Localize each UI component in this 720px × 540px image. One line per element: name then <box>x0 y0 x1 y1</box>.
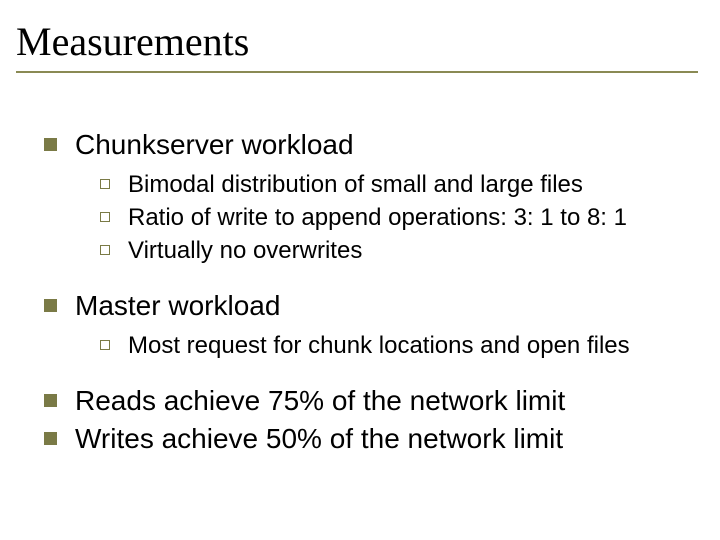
list-item: Virtually no overwrites <box>100 237 688 266</box>
list-item: Reads achieve 75% of the network limit <box>44 385 688 417</box>
list-item-label: Ratio of write to append operations: 3: … <box>128 204 627 233</box>
list-item-label: Virtually no overwrites <box>128 237 362 266</box>
title-container: Measurements <box>16 18 698 73</box>
content-area: Chunkserver workload Bimodal distributio… <box>22 129 698 455</box>
list-item-label: Writes achieve 50% of the network limit <box>75 423 563 455</box>
list-item-label: Chunkserver workload <box>75 129 354 161</box>
list-item-label: Master workload <box>75 290 280 322</box>
hollow-square-bullet-icon <box>100 179 110 189</box>
list-item-label: Most request for chunk locations and ope… <box>128 332 630 361</box>
square-bullet-icon <box>44 394 57 407</box>
list-item-label: Reads achieve 75% of the network limit <box>75 385 565 417</box>
list-item: Master workload <box>44 290 688 322</box>
list-item-label: Bimodal distribution of small and large … <box>128 171 583 200</box>
slide: Measurements Chunkserver workload Bimoda… <box>0 0 720 540</box>
square-bullet-icon <box>44 138 57 151</box>
list-item: Most request for chunk locations and ope… <box>100 332 688 361</box>
hollow-square-bullet-icon <box>100 212 110 222</box>
square-bullet-icon <box>44 299 57 312</box>
sublist: Bimodal distribution of small and large … <box>44 171 688 265</box>
square-bullet-icon <box>44 432 57 445</box>
list-item: Writes achieve 50% of the network limit <box>44 423 688 455</box>
slide-title: Measurements <box>16 18 698 65</box>
list-item: Bimodal distribution of small and large … <box>100 171 688 200</box>
hollow-square-bullet-icon <box>100 245 110 255</box>
list-item: Ratio of write to append operations: 3: … <box>100 204 688 233</box>
list-item: Chunkserver workload <box>44 129 688 161</box>
sublist: Most request for chunk locations and ope… <box>44 332 688 361</box>
hollow-square-bullet-icon <box>100 340 110 350</box>
